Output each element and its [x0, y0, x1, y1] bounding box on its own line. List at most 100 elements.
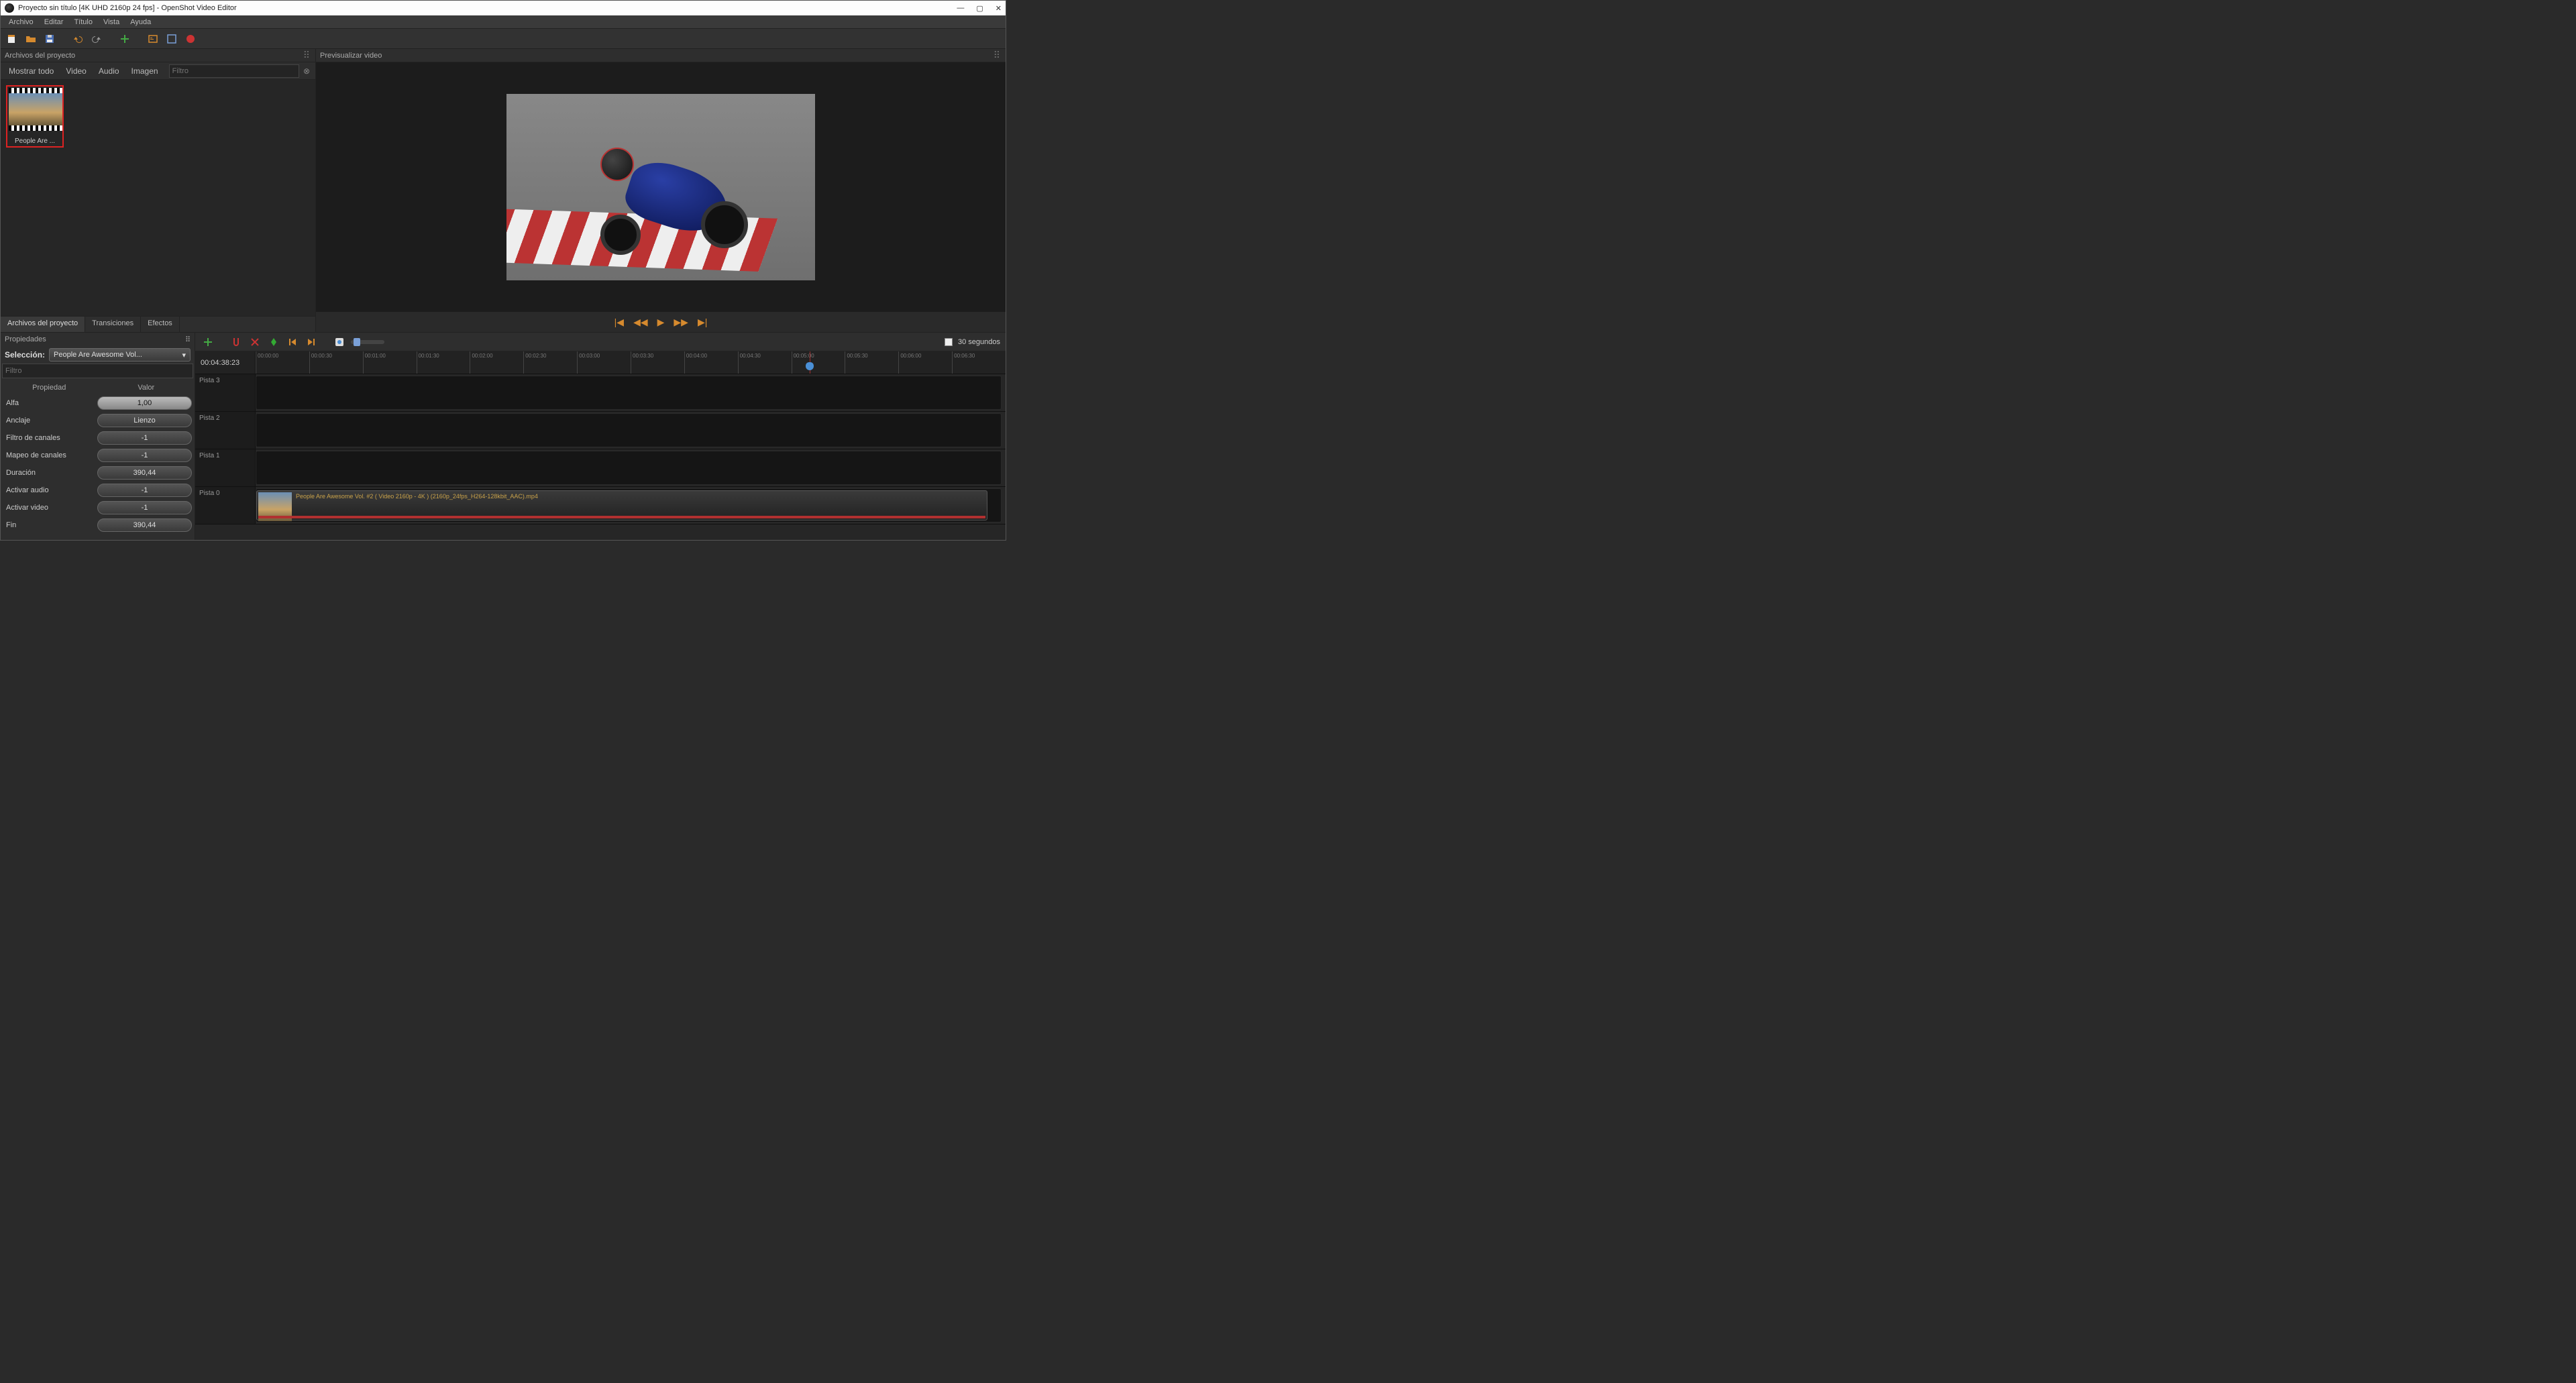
project-files-panel: Archivos del proyecto ⠿ Mostrar todo Vid…	[1, 49, 315, 332]
add-marker-button[interactable]	[266, 335, 281, 349]
preview-controls: |◀ ◀◀ ▶ ▶▶ ▶|	[316, 312, 1006, 332]
property-row: Fin390,44	[1, 516, 195, 534]
track-label-1[interactable]: Pista 1	[195, 449, 256, 486]
track-label-0[interactable]: Pista 0	[195, 487, 256, 524]
tab-project-files[interactable]: Archivos del proyecto	[1, 317, 85, 332]
import-files-button[interactable]	[117, 32, 132, 46]
ruler-tick: 00:06:00	[898, 351, 952, 374]
maximize-button[interactable]: ▢	[976, 4, 983, 13]
property-value[interactable]: 1,00	[97, 396, 192, 410]
jump-end-button[interactable]: ▶|	[698, 317, 707, 328]
menubar: Archivo Editar Título Vista Ayuda	[1, 15, 1006, 29]
track-body-2[interactable]	[256, 413, 1002, 447]
timeline-ruler[interactable]: 00:00:0000:00:3000:01:0000:01:3000:02:00…	[256, 351, 1006, 374]
snap-checkbox[interactable]	[945, 338, 953, 346]
razor-button[interactable]	[248, 335, 262, 349]
property-value[interactable]: Lienzo	[97, 414, 192, 427]
snap-duration-label: 30 segundos	[958, 338, 1000, 346]
track-body-1[interactable]	[256, 451, 1002, 485]
menu-vista[interactable]: Vista	[98, 17, 125, 27]
property-row: Activar video-1	[1, 499, 195, 516]
add-track-button[interactable]	[201, 335, 215, 349]
export-button[interactable]	[183, 32, 198, 46]
property-value[interactable]: 390,44	[97, 518, 192, 532]
ruler-tick: 00:03:30	[631, 351, 684, 374]
play-button[interactable]: ▶	[657, 317, 665, 328]
timeline-tracks[interactable]: Pista 3 Pista 2 Pista 1 Pista 0	[195, 374, 1006, 540]
clear-filter-icon[interactable]: ⊗	[301, 66, 313, 76]
preview-title: Previsualizar video	[320, 52, 382, 60]
project-files-filter-input[interactable]	[169, 64, 299, 78]
properties-filter-input[interactable]	[2, 364, 193, 378]
filter-audio[interactable]: Audio	[93, 64, 125, 78]
property-row: Activar audio-1	[1, 482, 195, 499]
ruler-tick: 00:00:00	[256, 351, 309, 374]
menu-editar[interactable]: Editar	[39, 17, 69, 27]
menu-titulo[interactable]: Título	[68, 17, 98, 27]
filter-video[interactable]: Video	[60, 64, 91, 78]
project-files-body[interactable]: People Are ...	[1, 80, 315, 316]
track-label-2[interactable]: Pista 2	[195, 412, 256, 449]
track-label-3[interactable]: Pista 3	[195, 374, 256, 411]
tab-effects[interactable]: Efectos	[141, 317, 180, 332]
redo-button[interactable]	[89, 32, 104, 46]
filter-show-all[interactable]: Mostrar todo	[3, 64, 59, 78]
ruler-tick: 00:02:00	[470, 351, 523, 374]
titlebar: Proyecto sin título [4K UHD 2160p 24 fps…	[1, 1, 1006, 15]
track-body-0[interactable]: People Are Awesome Vol. #2 ( Video 2160p…	[256, 488, 1002, 522]
main-area: Archivos del proyecto ⠿ Mostrar todo Vid…	[1, 49, 1006, 332]
undo-button[interactable]	[70, 32, 85, 46]
menu-archivo[interactable]: Archivo	[3, 17, 39, 27]
selection-value: People Are Awesome Vol...	[54, 351, 142, 359]
fullscreen-button[interactable]	[164, 32, 179, 46]
property-name: Filtro de canales	[1, 434, 95, 442]
rewind-button[interactable]: ◀◀	[633, 317, 648, 328]
project-file-item[interactable]: People Are ...	[6, 85, 64, 148]
property-value[interactable]: -1	[97, 431, 192, 445]
tab-transitions[interactable]: Transiciones	[85, 317, 141, 332]
snap-button[interactable]	[229, 335, 244, 349]
properties-undock-icon[interactable]: ⠿	[185, 335, 191, 344]
menu-ayuda[interactable]: Ayuda	[125, 17, 156, 27]
properties-panel: Propiedades ⠿ Selección: People Are Awes…	[1, 333, 195, 540]
property-row: Duración390,44	[1, 464, 195, 482]
bottom-area: Propiedades ⠿ Selección: People Are Awes…	[1, 332, 1006, 540]
track-body-3[interactable]	[256, 376, 1002, 410]
clip-title: People Are Awesome Vol. #2 ( Video 2160p…	[293, 491, 541, 502]
filter-image[interactable]: Imagen	[126, 64, 164, 78]
timeline-clip[interactable]: People Are Awesome Vol. #2 ( Video 2160p…	[256, 490, 987, 520]
property-value[interactable]: -1	[97, 501, 192, 514]
properties-header-prop: Propiedad	[1, 384, 98, 392]
timeline-panel: 30 segundos 00:04:38:23 00:00:0000:00:30…	[195, 333, 1006, 540]
minimize-button[interactable]: —	[957, 4, 964, 13]
property-name: Fin	[1, 521, 95, 529]
preview-undock-icon[interactable]: ⠿	[994, 50, 1002, 61]
close-button[interactable]: ✕	[996, 4, 1002, 13]
main-toolbar	[1, 29, 1006, 49]
save-project-button[interactable]	[42, 32, 57, 46]
fast-forward-button[interactable]: ▶▶	[674, 317, 688, 328]
ruler-tick: 00:00:30	[309, 351, 363, 374]
selection-combo[interactable]: People Are Awesome Vol... ▾	[49, 348, 191, 362]
property-value[interactable]: -1	[97, 449, 192, 462]
timeline-current-time: 00:04:38:23	[195, 351, 256, 374]
property-value[interactable]: 390,44	[97, 466, 192, 480]
open-project-button[interactable]	[23, 32, 38, 46]
ruler-tick: 00:03:00	[577, 351, 631, 374]
prev-marker-button[interactable]	[285, 335, 300, 349]
new-project-button[interactable]	[5, 32, 19, 46]
property-name: Activar video	[1, 504, 95, 512]
center-playhead-button[interactable]	[332, 335, 347, 349]
zoom-slider[interactable]	[351, 340, 384, 344]
project-files-undock-icon[interactable]: ⠿	[303, 50, 311, 61]
ruler-tick: 00:01:00	[363, 351, 417, 374]
property-row: Filtro de canales-1	[1, 429, 195, 447]
next-marker-button[interactable]	[304, 335, 319, 349]
jump-start-button[interactable]: |◀	[614, 317, 624, 328]
property-value[interactable]: -1	[97, 484, 192, 497]
preview-panel: Previsualizar video ⠿	[316, 49, 1006, 332]
profile-button[interactable]	[146, 32, 160, 46]
preview-viewport[interactable]	[316, 62, 1006, 312]
app-icon	[5, 3, 14, 13]
ruler-tick: 00:05:30	[845, 351, 898, 374]
